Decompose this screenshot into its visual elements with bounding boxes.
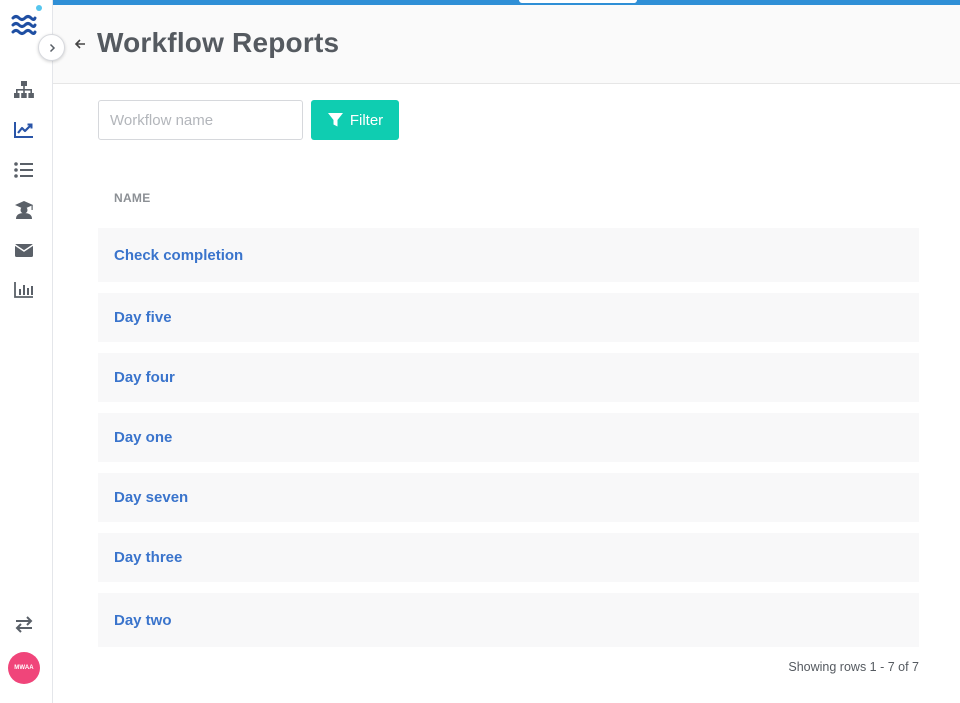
table-row[interactable]: Day five	[98, 293, 919, 342]
envelope-icon[interactable]	[12, 239, 36, 261]
graduate-icon[interactable]	[12, 199, 36, 221]
table-row[interactable]: Day seven	[98, 473, 919, 522]
workflow-link[interactable]: Day five	[114, 309, 172, 326]
line-chart-icon[interactable]	[12, 119, 36, 141]
filter-funnel-icon	[327, 113, 343, 127]
table-row[interactable]: Day two	[98, 593, 919, 647]
sidebar: MWAA	[0, 0, 53, 703]
page-header: Workflow Reports	[53, 5, 960, 84]
avatar[interactable]: MWAA	[8, 652, 40, 684]
sidebar-expand-button[interactable]	[38, 34, 65, 61]
bar-chart-icon[interactable]	[12, 279, 36, 301]
pagination-status: Showing rows 1 - 7 of 7	[788, 660, 919, 674]
chevron-right-icon	[49, 43, 55, 52]
workflow-link[interactable]: Day two	[114, 612, 172, 629]
table-row[interactable]: Day four	[98, 353, 919, 402]
page-title: Workflow Reports	[97, 27, 340, 58]
top-tab-stub	[519, 0, 637, 3]
logo-waves-icon[interactable]	[11, 12, 37, 38]
filter-button-label: Filter	[349, 111, 384, 129]
workflow-link[interactable]: Day four	[114, 369, 175, 386]
back-arrow-icon[interactable]	[73, 37, 87, 51]
sitemap-icon[interactable]	[12, 79, 36, 101]
workflow-link[interactable]: Day one	[114, 429, 172, 446]
table-row[interactable]: Day three	[98, 533, 919, 582]
swap-arrows-icon[interactable]	[12, 613, 36, 635]
column-header-name[interactable]: NAME	[114, 191, 151, 205]
table-row[interactable]: Check completion	[98, 228, 919, 282]
table-row[interactable]: Day one	[98, 413, 919, 462]
workflow-link[interactable]: Check completion	[114, 247, 243, 264]
workflow-link[interactable]: Day three	[114, 549, 182, 566]
workflow-name-input[interactable]	[98, 100, 303, 140]
filter-button[interactable]: Filter	[311, 100, 399, 140]
list-icon[interactable]	[12, 159, 36, 181]
notification-dot	[36, 5, 42, 11]
workflow-link[interactable]: Day seven	[114, 489, 188, 506]
